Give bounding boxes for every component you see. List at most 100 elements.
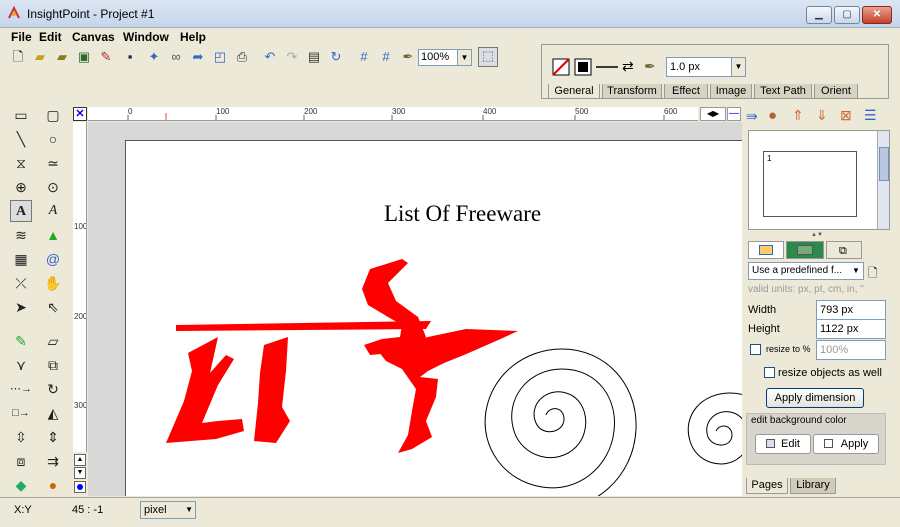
close-button[interactable]: ✕ bbox=[862, 6, 892, 24]
line-style-icon[interactable] bbox=[596, 65, 618, 69]
thumbnail-scrollbar[interactable] bbox=[877, 131, 889, 229]
page-format-icon[interactable]: 🗋 bbox=[868, 264, 878, 285]
text-tool-icon[interactable]: A bbox=[10, 200, 32, 222]
page-indicator[interactable] bbox=[74, 481, 86, 493]
grid-icon[interactable]: # bbox=[356, 49, 372, 65]
eyedropper-icon[interactable]: ✎ bbox=[10, 330, 32, 352]
resize-percent-checkbox[interactable] bbox=[750, 344, 761, 355]
delete-page-icon[interactable]: ⊠ bbox=[840, 107, 852, 124]
order-tool-icon[interactable]: ⇉ bbox=[42, 450, 64, 472]
brush-icon[interactable]: ✒ bbox=[644, 58, 656, 75]
page-thumbnail[interactable]: 1 bbox=[763, 151, 857, 217]
collapse-icon[interactable]: — bbox=[727, 107, 741, 121]
tab-background[interactable] bbox=[786, 241, 824, 259]
menu-help[interactable]: Help bbox=[180, 30, 206, 44]
drawing-area[interactable]: List Of Freeware bbox=[88, 122, 742, 496]
wave-tool-icon[interactable]: ≃ bbox=[42, 152, 64, 174]
line-tool-icon[interactable]: ╲ bbox=[10, 128, 32, 150]
scribble-tool-icon[interactable]: ≋ bbox=[10, 224, 32, 246]
canvas-page[interactable]: List Of Freeware bbox=[125, 140, 742, 496]
undo-icon[interactable]: ↶ bbox=[262, 49, 278, 65]
snap-grid-icon[interactable]: # bbox=[378, 49, 394, 65]
spirals[interactable] bbox=[484, 348, 742, 496]
pin-icon[interactable]: ✦ bbox=[146, 49, 162, 65]
redo-icon[interactable]: ↷ bbox=[284, 49, 300, 65]
group-tool-icon[interactable]: ⧈ bbox=[10, 450, 32, 472]
splitter-handle[interactable]: ▲▼ bbox=[744, 232, 890, 238]
distribute-tool-icon[interactable]: ⇳ bbox=[10, 426, 32, 448]
print-icon[interactable]: ⎙ bbox=[234, 49, 250, 65]
page-list-icon[interactable]: ☰ bbox=[864, 107, 877, 124]
outline-text-tool-icon[interactable]: A bbox=[42, 200, 64, 222]
apply-dimension-button[interactable]: Apply dimension bbox=[766, 388, 864, 408]
ellipse-tool-icon[interactable]: ○ bbox=[42, 128, 64, 150]
hourglass-tool-icon[interactable]: ⧖ bbox=[10, 152, 32, 174]
unit-select[interactable]: pixel ▼ bbox=[140, 501, 196, 519]
eraser-icon[interactable]: ▱ bbox=[42, 330, 64, 352]
find-icon[interactable]: ∞ bbox=[168, 49, 184, 65]
tab-effect[interactable]: Effect bbox=[664, 84, 708, 99]
select-arrow-icon[interactable]: ➤ bbox=[10, 296, 32, 318]
path-tool-icon[interactable]: ⋯→ bbox=[10, 378, 32, 400]
width-field[interactable]: 793 px bbox=[816, 300, 886, 320]
menu-file[interactable]: File bbox=[11, 30, 32, 44]
align-tool-icon[interactable]: ⋎ bbox=[10, 354, 32, 376]
zoom-select[interactable]: 100% ▼ bbox=[418, 49, 472, 66]
flip-vertical-icon[interactable]: ⇕ bbox=[42, 426, 64, 448]
no-fill-icon[interactable] bbox=[552, 58, 570, 76]
preview-icon[interactable]: ◰ bbox=[212, 49, 228, 65]
open-project-icon[interactable]: ▰ bbox=[54, 49, 70, 65]
circle-plus-tool-icon[interactable]: ⊕ bbox=[10, 176, 32, 198]
move-up-icon[interactable]: ⇑ bbox=[792, 107, 804, 124]
open-folder-icon[interactable]: ▰ bbox=[32, 49, 48, 65]
minimize-button[interactable]: ▁ bbox=[806, 6, 832, 24]
move-icon[interactable]: ➦ bbox=[190, 49, 206, 65]
save-icon[interactable]: ▪ bbox=[122, 49, 138, 65]
direct-select-icon[interactable]: ⇖ bbox=[42, 296, 64, 318]
predefined-format-select[interactable]: Use a predefined f... ▼ bbox=[748, 262, 864, 280]
import-image-icon[interactable]: ▣ bbox=[76, 49, 92, 65]
tab-library[interactable]: Library bbox=[790, 478, 836, 494]
mirror-tool-icon[interactable]: ◭ bbox=[42, 402, 64, 424]
edit-bg-button[interactable]: Edit bbox=[755, 434, 811, 454]
circle-dot-tool-icon[interactable]: ⊙ bbox=[42, 176, 64, 198]
stroke-color-icon[interactable] bbox=[574, 58, 592, 76]
tab-page-size[interactable] bbox=[748, 241, 784, 259]
move-down-icon[interactable]: ⇓ bbox=[816, 107, 828, 124]
clipboard-icon[interactable]: ▤ bbox=[306, 49, 322, 65]
ruler-corner-close-icon[interactable]: ✕ bbox=[73, 107, 87, 121]
scroll-up-icon[interactable]: ▲ bbox=[74, 454, 86, 466]
crop-tool-icon[interactable]: ⧉ bbox=[42, 354, 64, 376]
tab-pages[interactable]: Pages bbox=[746, 478, 788, 494]
apply-bg-button[interactable]: Apply bbox=[813, 434, 879, 454]
line-ends-icon[interactable]: ⇄ bbox=[622, 58, 634, 75]
resize-objects-checkbox[interactable] bbox=[764, 367, 775, 378]
rounded-rect-tool-icon[interactable]: ▢ bbox=[42, 104, 64, 126]
globe-tool-icon[interactable]: ● bbox=[42, 474, 64, 496]
tab-image[interactable]: Image bbox=[710, 84, 752, 99]
hand-tool-icon[interactable]: ✋ bbox=[42, 272, 64, 294]
paint-tool-icon[interactable]: ▲ bbox=[42, 224, 64, 246]
red-calligraphy[interactable] bbox=[166, 259, 518, 453]
menu-canvas[interactable]: Canvas bbox=[72, 30, 115, 44]
refresh-icon[interactable]: ↻ bbox=[328, 49, 344, 65]
menu-window[interactable]: Window bbox=[123, 30, 169, 44]
tab-orient[interactable]: Orient bbox=[814, 84, 858, 99]
stroke-width-select[interactable]: 1.0 px ▼ bbox=[666, 57, 746, 77]
ruler-scroll-arrows[interactable]: ◀▶ bbox=[700, 107, 726, 121]
table-tool-icon[interactable]: ▦ bbox=[10, 248, 32, 270]
resize-percent-field[interactable]: 100% bbox=[816, 340, 886, 360]
new-file-icon[interactable]: 🗋 bbox=[10, 49, 26, 65]
rotate-tool-icon[interactable]: ↻ bbox=[42, 378, 64, 400]
scroll-down-icon[interactable]: ▼ bbox=[74, 467, 86, 479]
tab-transform[interactable]: Transform bbox=[602, 84, 662, 99]
tab-general[interactable]: General bbox=[548, 84, 600, 99]
node-tool-icon[interactable]: ⤫ bbox=[10, 272, 32, 294]
maximize-button[interactable]: ▢ bbox=[834, 6, 860, 24]
pen-tool-icon[interactable]: ✒ bbox=[400, 49, 416, 65]
fit-view-icon[interactable]: ⬚ bbox=[478, 47, 498, 67]
height-field[interactable]: 1122 px bbox=[816, 319, 886, 339]
spiral-tool-icon[interactable]: @ bbox=[42, 248, 64, 270]
menu-edit[interactable]: Edit bbox=[39, 30, 62, 44]
tab-copy[interactable]: ⧉ bbox=[826, 241, 862, 259]
